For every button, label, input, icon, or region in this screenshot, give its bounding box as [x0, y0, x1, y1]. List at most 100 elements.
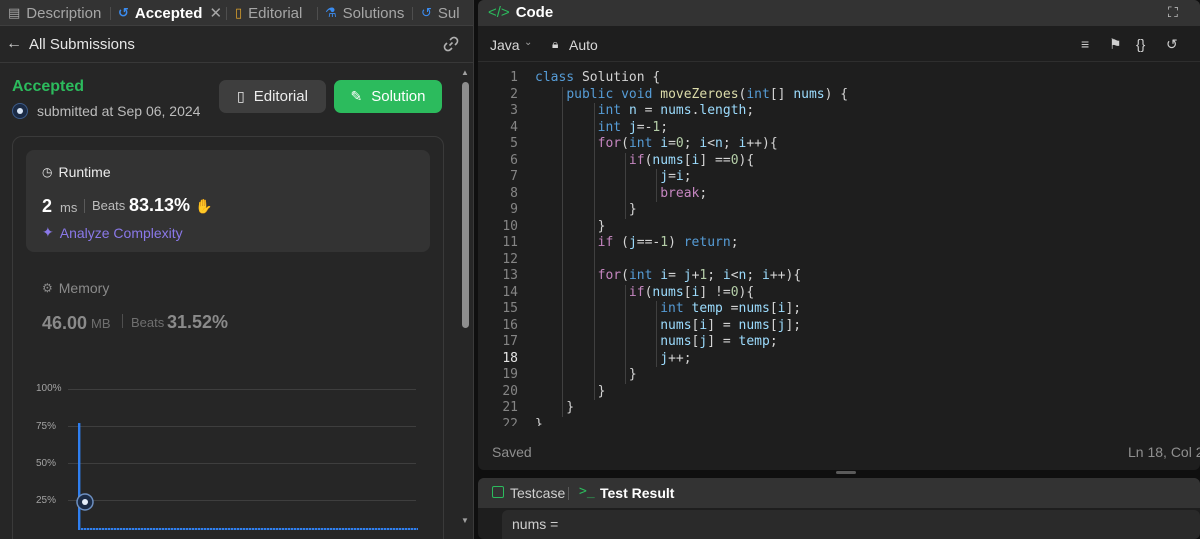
editorial-button[interactable]: ▯ Editorial	[219, 80, 326, 113]
distribution-bar[interactable]	[129, 528, 132, 530]
code-line[interactable]: 12	[478, 252, 1200, 269]
distribution-bar[interactable]	[366, 528, 369, 530]
code-area[interactable]: 1 class Solution {2 public void moveZeroe…	[478, 68, 1200, 426]
distribution-bar[interactable]	[192, 528, 195, 530]
all-submissions-link[interactable]: All Submissions	[29, 36, 135, 53]
code-line[interactable]: 18 j++;	[478, 351, 1200, 368]
distribution-bar[interactable]	[228, 528, 231, 530]
distribution-bar[interactable]	[222, 528, 225, 530]
distribution-bar[interactable]	[249, 528, 252, 530]
distribution-bar[interactable]	[393, 528, 396, 530]
code-line[interactable]: 13 for(int i= j+1; i<n; i++){	[478, 268, 1200, 285]
distribution-bar[interactable]	[345, 528, 348, 530]
distribution-bar[interactable]	[333, 528, 336, 530]
distribution-bar[interactable]	[294, 528, 297, 530]
distribution-bar[interactable]	[285, 528, 288, 530]
code-line[interactable]: 7 j=i;	[478, 169, 1200, 186]
distribution-bar[interactable]	[360, 528, 363, 530]
code-line[interactable]: 14 if(nums[i] !=0){	[478, 285, 1200, 302]
distribution-bar[interactable]	[111, 528, 114, 530]
distribution-bar[interactable]	[267, 528, 270, 530]
distribution-bar[interactable]	[315, 528, 318, 530]
distribution-bar[interactable]	[342, 528, 345, 530]
distribution-bar[interactable]	[225, 528, 228, 530]
distribution-bar[interactable]	[90, 528, 93, 530]
distribution-bar[interactable]	[369, 528, 372, 530]
distribution-bar[interactable]	[138, 528, 141, 530]
chevron-down-icon[interactable]: ⌄	[524, 37, 532, 48]
distribution-bar[interactable]	[255, 528, 258, 530]
distribution-bar[interactable]	[246, 528, 249, 530]
expand-icon[interactable]: ⛶	[1168, 4, 1178, 21]
distribution-bar[interactable]	[231, 528, 234, 530]
distribution-bar[interactable]	[114, 528, 117, 530]
distribution-bar[interactable]	[219, 528, 222, 530]
distribution-bar[interactable]	[312, 528, 315, 530]
distribution-bar[interactable]	[213, 528, 216, 530]
distribution-bar[interactable]	[93, 528, 96, 530]
distribution-bar[interactable]	[261, 528, 264, 530]
distribution-bar[interactable]	[300, 528, 303, 530]
distribution-bar[interactable]	[336, 528, 339, 530]
distribution-bar[interactable]	[417, 528, 418, 530]
distribution-bar[interactable]	[402, 528, 405, 530]
distribution-bar[interactable]	[186, 528, 189, 530]
distribution-bar[interactable]	[210, 528, 213, 530]
distribution-bar[interactable]	[108, 528, 111, 530]
distribution-bar[interactable]	[120, 528, 123, 530]
code-line[interactable]: 16 nums[i] = nums[j];	[478, 318, 1200, 335]
distribution-bar[interactable]	[216, 528, 219, 530]
distribution-bar[interactable]	[234, 528, 237, 530]
scroll-down-icon[interactable]: ▼	[461, 516, 469, 525]
tab-submissions[interactable]: ↺ Sul	[421, 0, 460, 26]
scrollbar[interactable]: ▲ ▼	[459, 68, 471, 531]
distribution-bar[interactable]	[243, 528, 246, 530]
tab-accepted[interactable]: ↺ Accepted ✕	[118, 0, 222, 26]
distribution-bar[interactable]	[198, 528, 201, 530]
distribution-bar[interactable]	[414, 528, 417, 530]
code-line[interactable]: 22}	[478, 417, 1200, 427]
distribution-bar[interactable]	[141, 528, 144, 530]
distribution-bar[interactable]	[147, 528, 150, 530]
distribution-bar[interactable]	[264, 528, 267, 530]
distribution-bar[interactable]	[195, 528, 198, 530]
format-icon[interactable]: ≡	[1081, 36, 1089, 52]
code-line[interactable]: 3 int n = nums.length;	[478, 103, 1200, 120]
code-line[interactable]: 6 if(nums[i] ==0){	[478, 153, 1200, 170]
distribution-bar[interactable]	[78, 423, 81, 530]
distribution-bar[interactable]	[132, 528, 135, 530]
distribution-bar[interactable]	[390, 528, 393, 530]
distribution-bar[interactable]	[84, 528, 87, 530]
tab-editorial[interactable]: ▯ Editorial	[235, 0, 302, 26]
code-line[interactable]: 11 if (j==-1) return;	[478, 235, 1200, 252]
distribution-bar[interactable]	[306, 528, 309, 530]
code-line[interactable]: 15 int temp =nums[i];	[478, 301, 1200, 318]
distribution-bar[interactable]	[162, 528, 165, 530]
code-line[interactable]: 2 public void moveZeroes(int[] nums) {	[478, 87, 1200, 104]
distribution-bar[interactable]	[381, 528, 384, 530]
distribution-bar[interactable]	[105, 528, 108, 530]
distribution-bar[interactable]	[258, 528, 261, 530]
code-line[interactable]: 4 int j=-1;	[478, 120, 1200, 137]
bookmark-icon[interactable]: ⚑	[1109, 36, 1122, 53]
link-icon[interactable]	[442, 35, 460, 53]
distribution-bar[interactable]	[288, 528, 291, 530]
distribution-bar[interactable]	[87, 528, 90, 530]
distribution-bar[interactable]	[237, 528, 240, 530]
distribution-bar[interactable]	[135, 528, 138, 530]
distribution-bar[interactable]	[297, 528, 300, 530]
resize-handle[interactable]	[836, 471, 856, 474]
distribution-bar[interactable]	[153, 528, 156, 530]
distribution-bar[interactable]	[102, 528, 105, 530]
distribution-bar[interactable]	[189, 528, 192, 530]
code-line[interactable]: 21 }	[478, 400, 1200, 417]
scroll-up-icon[interactable]: ▲	[461, 68, 469, 77]
tab-solutions[interactable]: ⚗ Solutions	[325, 0, 404, 26]
back-arrow-icon[interactable]: ←	[6, 35, 22, 53]
distribution-bar[interactable]	[321, 528, 324, 530]
distribution-bar[interactable]	[276, 528, 279, 530]
distribution-bar[interactable]	[180, 528, 183, 530]
distribution-bar[interactable]	[408, 528, 411, 530]
code-line[interactable]: 19 }	[478, 367, 1200, 384]
distribution-bar[interactable]	[378, 528, 381, 530]
